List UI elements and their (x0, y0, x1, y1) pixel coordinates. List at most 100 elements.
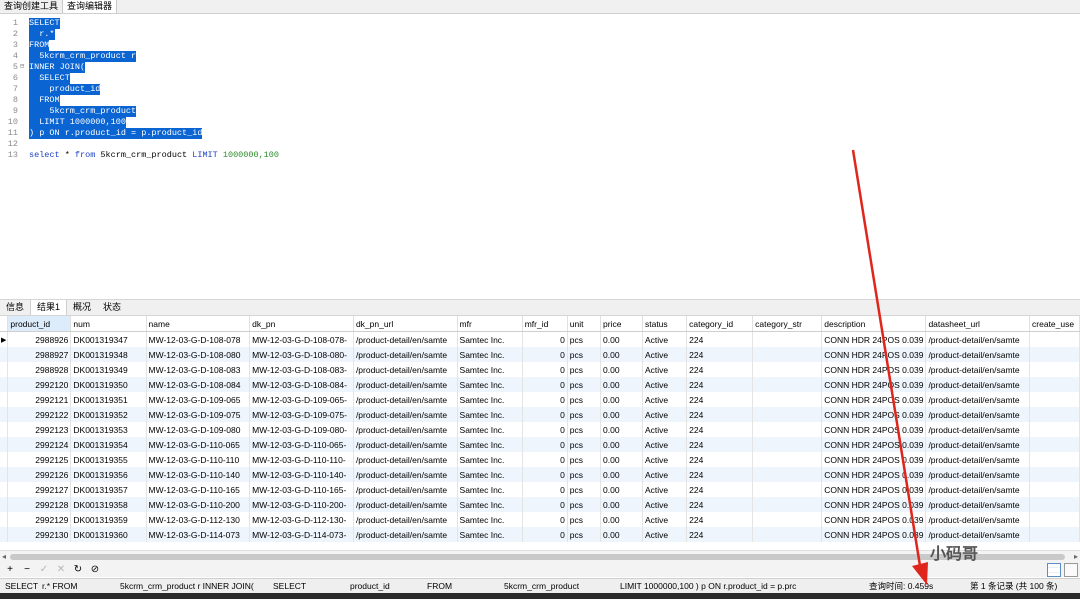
table-row[interactable]: 2992127 DK001319357 MW-12-03-G-D-110-165 MW… (0, 482, 1080, 497)
tab-info[interactable]: 信息 (0, 300, 30, 315)
table-cell[interactable]: MW-12-03-G-D-108-083 (146, 362, 251, 377)
row-indicator[interactable] (0, 422, 9, 437)
table-cell[interactable]: 2988926 (7, 331, 72, 347)
column-header[interactable]: unit (567, 316, 602, 332)
stop-icon[interactable]: ⊘ (88, 563, 102, 577)
table-cell[interactable]: MW-12-03-G-D-108-080- (249, 347, 354, 362)
horizontal-scrollbar[interactable]: ◂ ▸ (0, 550, 1080, 563)
table-cell[interactable] (752, 452, 823, 467)
table-cell[interactable] (1029, 452, 1080, 467)
table-cell[interactable]: MW-12-03-G-D-108-084 (146, 377, 251, 392)
table-cell[interactable]: 2992128 (7, 497, 72, 512)
table-cell[interactable] (1029, 362, 1080, 377)
table-cell[interactable]: MW-12-03-G-D-109-075- (249, 407, 354, 422)
table-cell[interactable] (1029, 497, 1080, 512)
grid-view-icon[interactable] (1047, 563, 1061, 577)
table-row[interactable]: 2992120 DK001319350 MW-12-03-G-D-108-084 MW… (0, 377, 1080, 392)
table-cell[interactable]: Samtec Inc. (457, 362, 523, 377)
table-cell[interactable]: MW-12-03-G-D-108-078 (146, 331, 251, 347)
table-cell[interactable]: 224 (686, 437, 754, 452)
table-cell[interactable]: 0.00 (600, 392, 643, 407)
table-cell[interactable]: Samtec Inc. (457, 422, 523, 437)
table-cell[interactable]: DK001319354 (70, 437, 147, 452)
table-row[interactable]: 2992128 DK001319358 MW-12-03-G-D-110-200 MW… (0, 497, 1080, 512)
table-cell[interactable]: CONN HDR 24POS 0.039 (821, 362, 927, 377)
table-cell[interactable]: MW-12-03-G-D-110-140- (249, 467, 354, 482)
scrollbar-thumb[interactable] (10, 554, 1065, 560)
table-cell[interactable]: 0.00 (600, 407, 643, 422)
row-indicator[interactable] (0, 362, 9, 377)
table-cell[interactable]: MW-12-03-G-D-109-065- (249, 392, 354, 407)
table-cell[interactable] (1029, 527, 1080, 542)
table-cell[interactable]: 224 (686, 467, 754, 482)
table-cell[interactable]: Samtec Inc. (457, 452, 523, 467)
table-cell[interactable]: 224 (686, 527, 754, 542)
column-header[interactable]: mfr_id (522, 316, 568, 332)
row-indicator[interactable] (0, 527, 9, 542)
table-cell[interactable] (1029, 407, 1080, 422)
column-header[interactable]: price (600, 316, 643, 332)
table-cell[interactable]: CONN HDR 24POS 0.039 (821, 497, 927, 512)
table-cell[interactable]: Samtec Inc. (457, 527, 523, 542)
table-cell[interactable] (1029, 331, 1080, 347)
table-cell[interactable]: /product-detail/en/samte (353, 512, 458, 527)
table-cell[interactable]: pcs (567, 527, 602, 542)
table-cell[interactable]: 0 (522, 347, 568, 362)
table-cell[interactable]: CONN HDR 24POS 0.039 (821, 392, 927, 407)
column-header[interactable]: name (146, 316, 251, 332)
table-cell[interactable]: MW-12-03-G-D-110-165- (249, 482, 354, 497)
table-cell[interactable]: 0 (522, 362, 568, 377)
table-row[interactable]: ▶ 2988926 DK001319347 MW-12-03-G-D-108-078 M… (0, 331, 1080, 347)
table-cell[interactable] (1029, 512, 1080, 527)
table-cell[interactable]: MW-12-03-G-D-108-078- (249, 331, 354, 347)
column-header[interactable]: datasheet_url (925, 316, 1031, 332)
tab-result-1[interactable]: 结果1 (30, 300, 68, 315)
table-cell[interactable]: 2992130 (7, 527, 72, 542)
row-indicator[interactable] (0, 497, 9, 512)
table-cell[interactable]: Samtec Inc. (457, 377, 523, 392)
table-cell[interactable] (1029, 467, 1080, 482)
table-cell[interactable]: Active (642, 331, 688, 347)
table-cell[interactable]: MW-12-03-G-D-110-200 (146, 497, 251, 512)
table-cell[interactable]: pcs (567, 512, 602, 527)
table-cell[interactable]: 0 (522, 331, 568, 347)
table-cell[interactable]: 0.00 (600, 512, 643, 527)
table-cell[interactable]: 0.00 (600, 452, 643, 467)
table-cell[interactable]: DK001319353 (70, 422, 147, 437)
table-cell[interactable]: MW-12-03-G-D-114-073- (249, 527, 354, 542)
table-cell[interactable] (1029, 437, 1080, 452)
table-cell[interactable]: MW-12-03-G-D-108-083- (249, 362, 354, 377)
table-cell[interactable]: /product-detail/en/samte (353, 527, 458, 542)
table-cell[interactable]: 0.00 (600, 347, 643, 362)
row-indicator[interactable] (0, 392, 9, 407)
table-cell[interactable]: 0 (522, 497, 568, 512)
table-cell[interactable]: /product-detail/en/samte (925, 422, 1031, 437)
table-cell[interactable]: MW-12-03-G-D-108-080 (146, 347, 251, 362)
table-cell[interactable]: 224 (686, 422, 754, 437)
table-cell[interactable]: 0 (522, 527, 568, 542)
table-cell[interactable]: pcs (567, 437, 602, 452)
table-cell[interactable]: /product-detail/en/samte (353, 407, 458, 422)
table-row[interactable]: 2992121 DK001319351 MW-12-03-G-D-109-065 MW… (0, 392, 1080, 407)
table-cell[interactable]: DK001319348 (70, 347, 147, 362)
table-row[interactable]: 2992125 DK001319355 MW-12-03-G-D-110-110 MW… (0, 452, 1080, 467)
column-header[interactable]: category_id (686, 316, 754, 332)
column-header[interactable]: product_id (7, 316, 72, 332)
table-cell[interactable]: CONN HDR 24POS 0.039 (821, 512, 927, 527)
table-cell[interactable]: /product-detail/en/samte (925, 347, 1031, 362)
row-indicator[interactable] (0, 407, 9, 422)
table-cell[interactable]: MW-12-03-G-D-108-084- (249, 377, 354, 392)
table-cell[interactable]: DK001319347 (70, 331, 147, 347)
table-cell[interactable]: 2992121 (7, 392, 72, 407)
table-cell[interactable]: pcs (567, 467, 602, 482)
table-cell[interactable]: MW-12-03-G-D-110-110 (146, 452, 251, 467)
table-cell[interactable] (752, 347, 823, 362)
table-cell[interactable]: 0.00 (600, 527, 643, 542)
fold-toggle-icon[interactable]: ⊟ (20, 62, 24, 73)
table-cell[interactable]: pcs (567, 482, 602, 497)
table-cell[interactable]: MW-12-03-G-D-110-200- (249, 497, 354, 512)
table-cell[interactable]: MW-12-03-G-D-109-080- (249, 422, 354, 437)
table-cell[interactable]: /product-detail/en/samte (353, 392, 458, 407)
table-cell[interactable] (752, 377, 823, 392)
scroll-right-icon[interactable]: ▸ (1074, 551, 1078, 563)
